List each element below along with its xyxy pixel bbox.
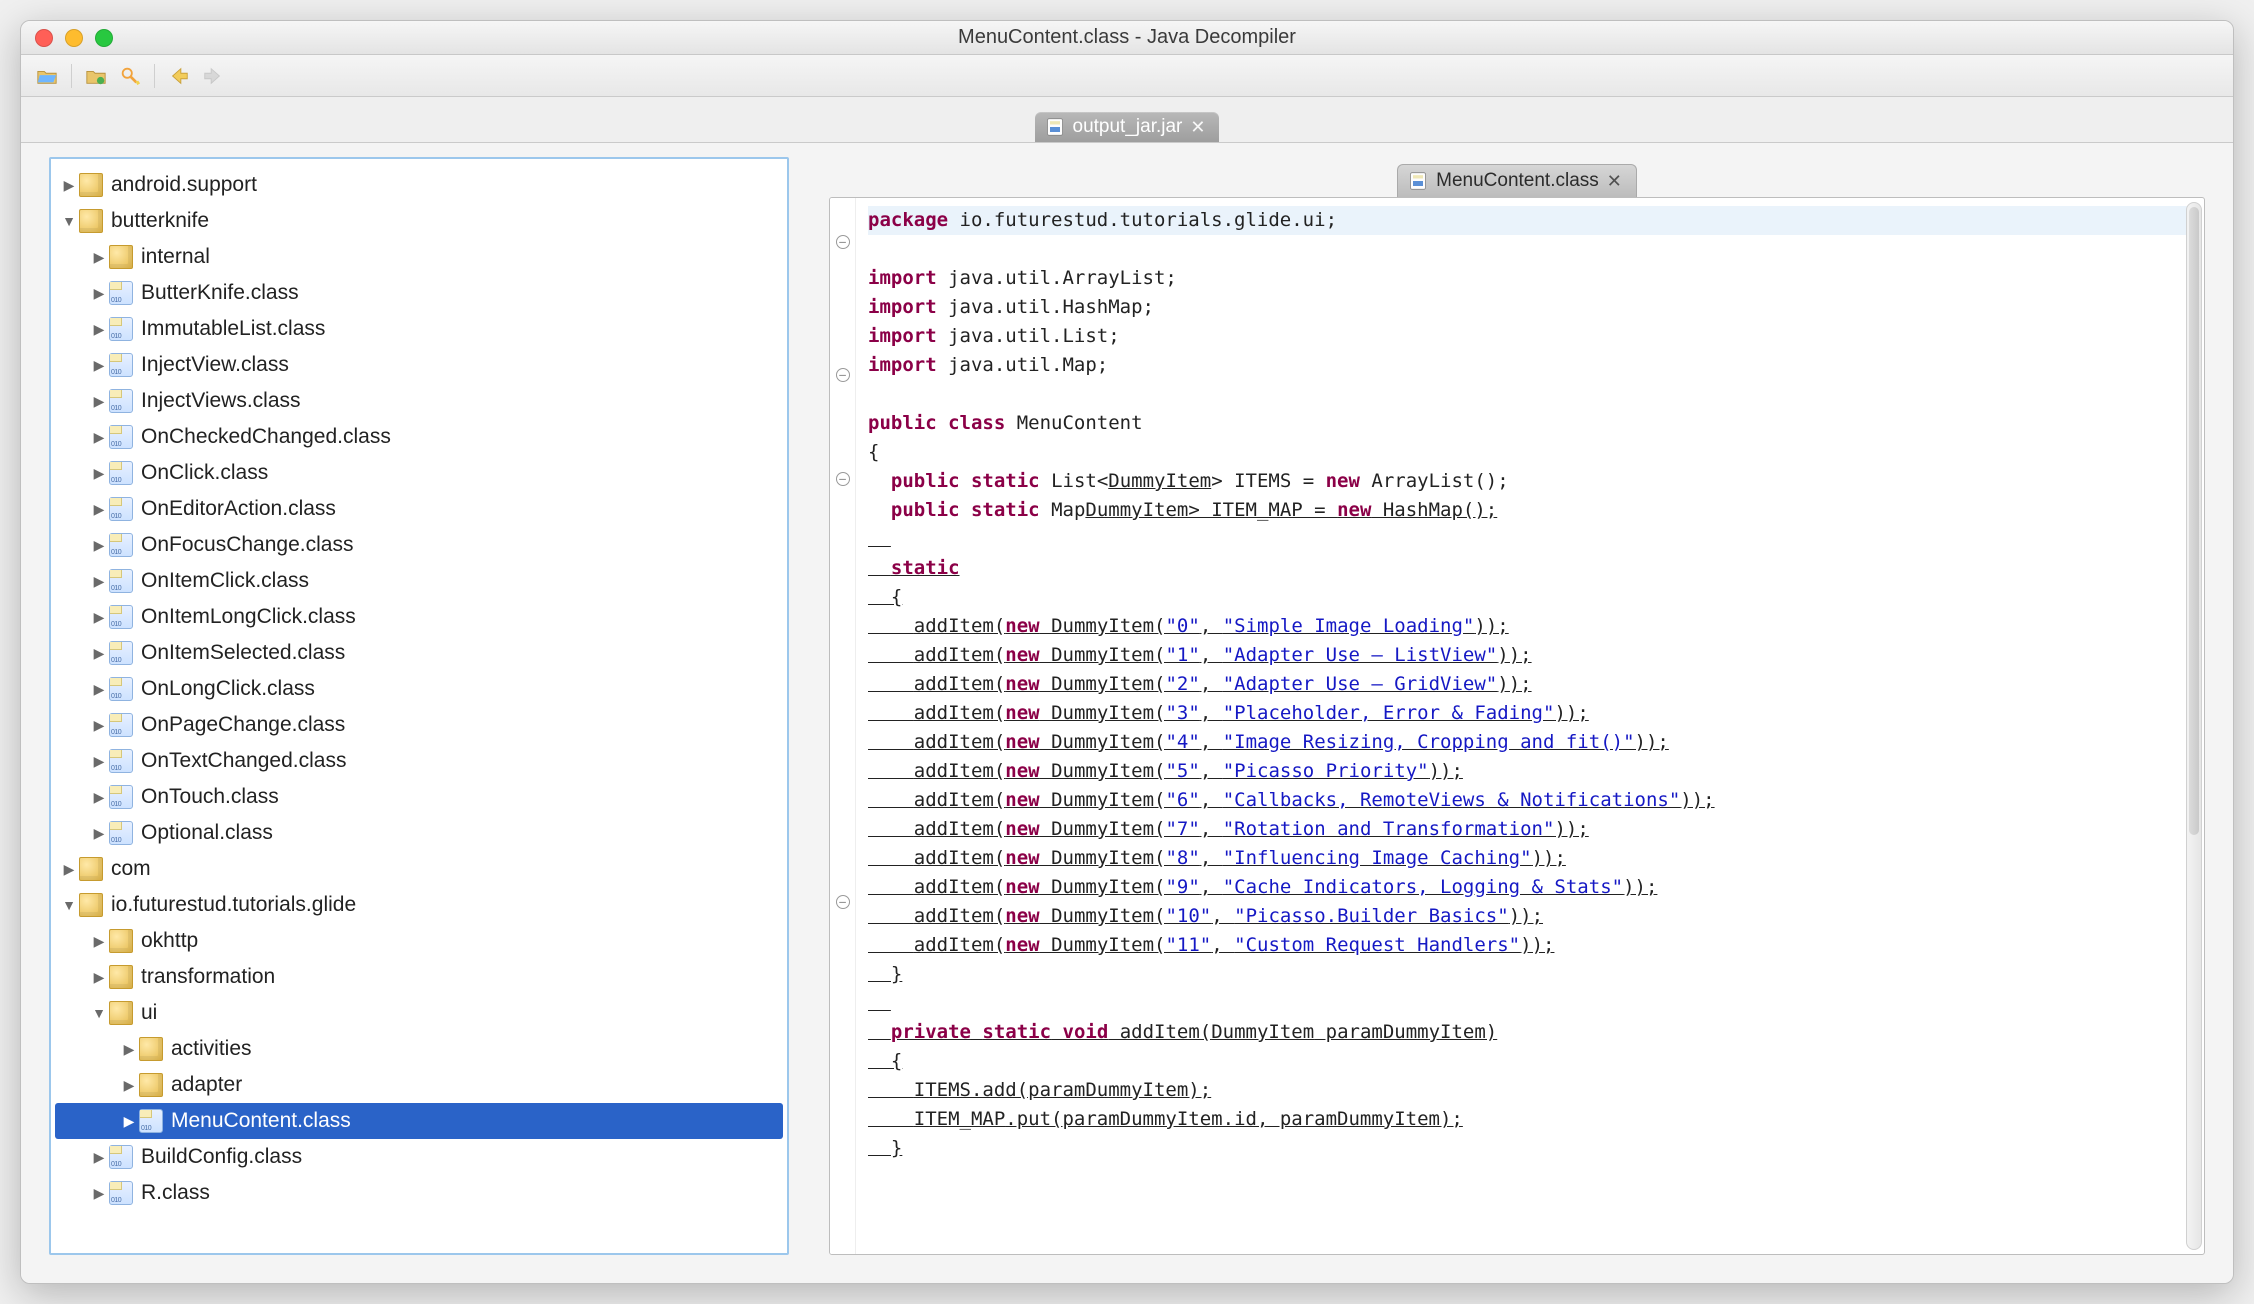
tree-node[interactable]: OnEditorAction.class bbox=[55, 491, 783, 527]
class-file-icon bbox=[109, 461, 133, 485]
tree-node[interactable]: InjectView.class bbox=[55, 347, 783, 383]
class-file-icon bbox=[109, 569, 133, 593]
fold-toggle[interactable]: – bbox=[836, 472, 850, 486]
minimize-window-button[interactable] bbox=[65, 29, 83, 47]
class-file-icon bbox=[109, 821, 133, 845]
class-file-icon bbox=[109, 1181, 133, 1205]
toolbar bbox=[21, 55, 2233, 97]
window-controls bbox=[35, 29, 113, 47]
package-icon bbox=[79, 893, 103, 917]
tree-node[interactable]: OnTextChanged.class bbox=[55, 743, 783, 779]
class-file-icon bbox=[109, 677, 133, 701]
window-title: MenuContent.class - Java Decompiler bbox=[21, 26, 2233, 49]
class-file-icon bbox=[109, 497, 133, 521]
class-file-icon bbox=[109, 749, 133, 773]
fold-gutter[interactable]: – – – – bbox=[830, 198, 856, 1254]
jar-tab-label: output_jar.jar bbox=[1073, 116, 1183, 138]
vertical-scrollbar[interactable] bbox=[2186, 202, 2202, 1250]
class-file-icon bbox=[109, 389, 133, 413]
tree-node-selected[interactable]: MenuContent.class bbox=[55, 1103, 783, 1139]
jar-file-icon bbox=[1045, 117, 1065, 137]
tree-node[interactable]: internal bbox=[55, 239, 783, 275]
toolbar-separator bbox=[71, 64, 72, 88]
package-icon bbox=[109, 929, 133, 953]
tree-node[interactable]: BuildConfig.class bbox=[55, 1139, 783, 1175]
class-file-icon bbox=[109, 641, 133, 665]
class-file-icon bbox=[109, 425, 133, 449]
close-window-button[interactable] bbox=[35, 29, 53, 47]
class-file-icon bbox=[109, 317, 133, 341]
main-area: android.support butterknife internal But… bbox=[21, 143, 2233, 1283]
package-icon bbox=[139, 1073, 163, 1097]
open-file-button[interactable] bbox=[33, 62, 61, 90]
nav-back-button[interactable] bbox=[165, 62, 193, 90]
package-tree[interactable]: android.support butterknife internal But… bbox=[49, 157, 789, 1255]
search-button[interactable] bbox=[116, 62, 144, 90]
fold-toggle[interactable]: – bbox=[836, 235, 850, 249]
package-icon bbox=[139, 1037, 163, 1061]
package-icon bbox=[79, 209, 103, 233]
tree-node[interactable]: OnItemClick.class bbox=[55, 563, 783, 599]
package-icon bbox=[79, 173, 103, 197]
package-icon bbox=[109, 965, 133, 989]
tree-node[interactable]: ButterKnife.class bbox=[55, 275, 783, 311]
zoom-window-button[interactable] bbox=[95, 29, 113, 47]
tree-node[interactable]: InjectViews.class bbox=[55, 383, 783, 419]
editor-tab-label: MenuContent.class bbox=[1436, 170, 1599, 192]
tree-node[interactable]: ImmutableList.class bbox=[55, 311, 783, 347]
editor-tabbar: MenuContent.class ✕ bbox=[829, 157, 2205, 197]
tree-node[interactable]: butterknife bbox=[55, 203, 783, 239]
editor-tab-close-icon[interactable]: ✕ bbox=[1607, 171, 1622, 192]
tree-node[interactable]: R.class bbox=[55, 1175, 783, 1211]
app-window: MenuContent.class - Java Decompiler outp… bbox=[20, 20, 2234, 1284]
tree-node[interactable]: Optional.class bbox=[55, 815, 783, 851]
scrollbar-thumb[interactable] bbox=[2189, 207, 2199, 835]
class-file-icon bbox=[109, 533, 133, 557]
toolbar-separator bbox=[154, 64, 155, 88]
package-icon bbox=[109, 245, 133, 269]
jar-tab-close-icon[interactable]: ✕ bbox=[1190, 117, 1205, 138]
jar-tab[interactable]: output_jar.jar ✕ bbox=[1035, 112, 1220, 142]
tree-node[interactable]: OnItemLongClick.class bbox=[55, 599, 783, 635]
jar-tabbar: output_jar.jar ✕ bbox=[21, 97, 2233, 143]
editor-pane: MenuContent.class ✕ – – – – package io.f… bbox=[829, 157, 2205, 1255]
tree-node[interactable]: io.futurestud.tutorials.glide bbox=[55, 887, 783, 923]
tree-node[interactable]: OnCheckedChanged.class bbox=[55, 419, 783, 455]
open-type-button[interactable] bbox=[82, 62, 110, 90]
tree-node[interactable]: okhttp bbox=[55, 923, 783, 959]
fold-toggle[interactable]: – bbox=[836, 368, 850, 382]
class-file-icon bbox=[109, 353, 133, 377]
titlebar: MenuContent.class - Java Decompiler bbox=[21, 21, 2233, 55]
code-viewer[interactable]: – – – – package io.futurestud.tutorials.… bbox=[829, 197, 2205, 1255]
tree-node[interactable]: OnTouch.class bbox=[55, 779, 783, 815]
class-file-icon bbox=[109, 713, 133, 737]
class-file-icon bbox=[109, 785, 133, 809]
tree-node[interactable]: OnItemSelected.class bbox=[55, 635, 783, 671]
tree-node[interactable]: OnFocusChange.class bbox=[55, 527, 783, 563]
tree-node[interactable]: OnLongClick.class bbox=[55, 671, 783, 707]
package-icon bbox=[79, 857, 103, 881]
class-file-icon bbox=[139, 1109, 163, 1133]
class-file-icon bbox=[109, 281, 133, 305]
tree-node[interactable]: adapter bbox=[55, 1067, 783, 1103]
tree-node[interactable]: OnPageChange.class bbox=[55, 707, 783, 743]
tree-node[interactable]: activities bbox=[55, 1031, 783, 1067]
tree-node[interactable]: transformation bbox=[55, 959, 783, 995]
tree-node[interactable]: android.support bbox=[55, 167, 783, 203]
class-file-icon bbox=[109, 605, 133, 629]
tree-node[interactable]: com bbox=[55, 851, 783, 887]
class-file-icon bbox=[1408, 171, 1428, 191]
tree-node[interactable]: ui bbox=[55, 995, 783, 1031]
tree-node[interactable]: OnClick.class bbox=[55, 455, 783, 491]
package-icon bbox=[109, 1001, 133, 1025]
nav-forward-button[interactable] bbox=[199, 62, 227, 90]
fold-toggle[interactable]: – bbox=[836, 895, 850, 909]
source-code[interactable]: package io.futurestud.tutorials.glide.ui… bbox=[856, 198, 2204, 1254]
class-file-icon bbox=[109, 1145, 133, 1169]
editor-tab[interactable]: MenuContent.class ✕ bbox=[1397, 164, 1637, 197]
